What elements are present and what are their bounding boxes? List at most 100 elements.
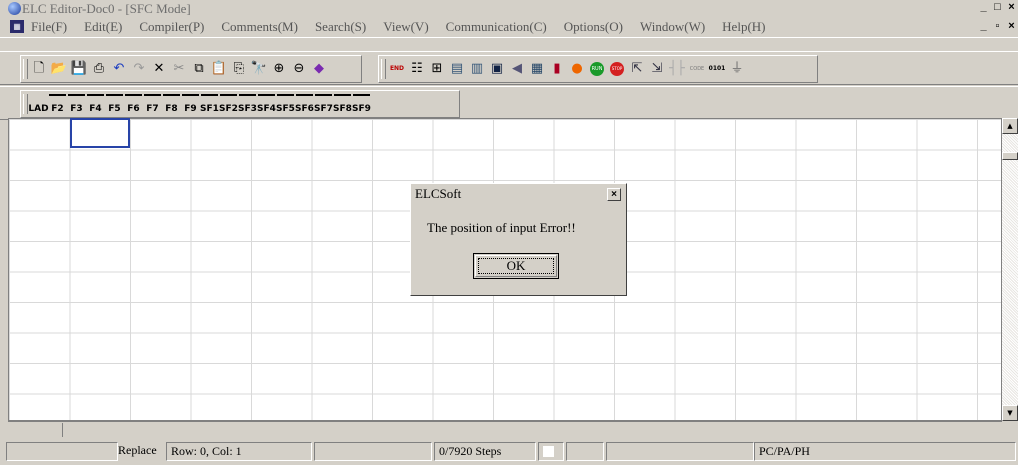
print-icon[interactable]: ⎙ xyxy=(91,61,107,77)
sf4-key-button[interactable]: SF4 xyxy=(257,94,276,114)
f9-key-button[interactable]: F9 xyxy=(182,94,199,114)
editor-cursor-cell xyxy=(70,118,130,148)
sf2-key-button[interactable]: SF2 xyxy=(219,94,238,114)
menu-communication[interactable]: Communication(C) xyxy=(446,19,547,35)
undo-icon[interactable]: ↶ xyxy=(111,61,127,77)
device-icon[interactable]: ▣ xyxy=(489,61,505,77)
scroll-up-button[interactable]: ▲ xyxy=(1002,118,1018,134)
on-line-icon[interactable]: ● xyxy=(569,61,585,77)
stop-icon[interactable]: STOP xyxy=(609,61,625,77)
status-indicator-light xyxy=(543,446,554,457)
doc-minimize-button[interactable]: _ xyxy=(977,20,990,32)
edit-toolbar-group: 🗋 📂 💾 ⎙ ↶ ↷ ✕ ✂ ⧉ 📋 ⎘ 🔭 ⊕ ⊖ ◆ xyxy=(20,55,362,83)
dialog-message: The position of input Error!! xyxy=(427,220,576,235)
document-menu-icon[interactable]: ▦ xyxy=(10,20,24,33)
toolbar-grip[interactable] xyxy=(23,59,28,79)
close-button[interactable]: × xyxy=(1005,1,1018,13)
sf1-key-button[interactable]: SF1 xyxy=(200,94,219,114)
menu-help[interactable]: Help(H) xyxy=(722,19,765,35)
sf6-key-button[interactable]: SF6 xyxy=(295,94,314,114)
f7-key-button[interactable]: F7 xyxy=(144,94,161,114)
ladder-icon[interactable]: ☷ xyxy=(409,61,425,77)
status-mode: Replace xyxy=(118,443,157,457)
menu-view[interactable]: View(V) xyxy=(383,19,428,35)
mdi-controls: _ ▫ × xyxy=(976,20,1018,32)
open-icon[interactable]: 📂 xyxy=(51,61,67,77)
clipboard-icon[interactable]: ⎘ xyxy=(231,61,247,77)
sf8-key-button[interactable]: SF8 xyxy=(333,94,352,114)
menu-file[interactable]: File(F) xyxy=(31,19,67,35)
minimize-button[interactable]: _ xyxy=(977,1,990,13)
read-icon[interactable]: ⇱ xyxy=(629,61,645,77)
menu-window[interactable]: Window(W) xyxy=(640,19,705,35)
menu-compiler[interactable]: Compiler(P) xyxy=(139,19,204,35)
menu-search[interactable]: Search(S) xyxy=(315,19,366,35)
menu-edit[interactable]: Edit(E) xyxy=(84,19,122,35)
coil-icon[interactable]: ⏚ xyxy=(729,61,745,77)
status-panel-blank-3 xyxy=(566,442,604,461)
diagram-icon[interactable]: ⊞ xyxy=(429,61,445,77)
doc-close-button[interactable]: × xyxy=(1005,20,1018,32)
dialog-close-button[interactable]: × xyxy=(607,188,621,201)
menu-options[interactable]: Options(O) xyxy=(564,19,623,35)
toolbar-grip[interactable] xyxy=(381,59,386,79)
window-controls: _ □ × xyxy=(976,1,1018,15)
run-label: RUN xyxy=(590,62,604,76)
monitor-icon[interactable]: ▤ xyxy=(449,61,465,77)
status-panel-blank xyxy=(6,442,118,461)
f3-key-button[interactable]: F3 xyxy=(68,94,85,114)
scroll-thumb[interactable] xyxy=(1002,152,1018,160)
end-label: END xyxy=(389,65,405,72)
block-icon[interactable]: 0101 xyxy=(709,61,726,77)
f2-key-button[interactable]: F2 xyxy=(49,94,66,114)
status-indicator xyxy=(538,442,564,461)
arrow-left-icon[interactable]: ◀ xyxy=(509,61,525,77)
sf9-key-button[interactable]: SF9 xyxy=(352,94,371,114)
table-icon[interactable]: ▥ xyxy=(469,61,485,77)
find-icon[interactable]: 🔭 xyxy=(251,61,267,77)
write-icon[interactable]: ⇲ xyxy=(649,61,665,77)
sf7-key-button[interactable]: SF7 xyxy=(314,94,333,114)
scroll-down-button[interactable]: ▼ xyxy=(1002,405,1018,421)
f5-key-button[interactable]: F5 xyxy=(106,94,123,114)
maximize-button[interactable]: □ xyxy=(991,1,1004,13)
zoom-out-icon[interactable]: ⊖ xyxy=(291,61,307,77)
doc-restore-button[interactable]: ▫ xyxy=(991,20,1004,32)
redo-icon[interactable]: ↷ xyxy=(131,61,147,77)
delete-icon[interactable]: ✕ xyxy=(151,61,167,77)
f6-key-button[interactable]: F6 xyxy=(125,94,142,114)
sf5-key-button[interactable]: SF5 xyxy=(276,94,295,114)
dialog-title: ELCSoft xyxy=(415,186,462,201)
sf3-key-button[interactable]: SF3 xyxy=(238,94,257,114)
run-icon[interactable]: RUN xyxy=(589,61,605,77)
new-icon[interactable]: 🗋 xyxy=(31,61,47,77)
paste-icon[interactable]: 📋 xyxy=(211,61,227,77)
status-panel-blank-2 xyxy=(314,442,432,461)
code-icon[interactable]: CODE xyxy=(689,61,705,77)
relay-icon[interactable]: ▮ xyxy=(549,61,565,77)
ok-button[interactable]: OK xyxy=(473,253,559,279)
horizontal-scrollbar[interactable] xyxy=(8,421,1002,438)
sfc-toolbar-group: LAD F2 F3 F4 F5 F6 F7 F8 F9 SF1 SF2 SF3 … xyxy=(20,90,460,118)
pane-splitter[interactable] xyxy=(62,423,63,437)
lad-key-button[interactable]: LAD xyxy=(28,94,48,114)
menu-comments[interactable]: Comments(M) xyxy=(221,19,298,35)
status-steps: 0/7920 Steps xyxy=(434,442,536,461)
copy-icon[interactable]: ⧉ xyxy=(191,61,207,77)
menu-bar: ▦ File(F) Edit(E) Compiler(P) Comments(M… xyxy=(0,17,1018,38)
compile-icon[interactable]: ◆ xyxy=(311,61,327,77)
sort-end-icon[interactable]: END xyxy=(389,61,405,77)
vertical-scrollbar[interactable]: ▲ ▼ xyxy=(1002,118,1018,421)
toolbar-grip[interactable] xyxy=(23,94,28,114)
f8-key-button[interactable]: F8 xyxy=(163,94,180,114)
register-icon[interactable]: ▦ xyxy=(529,61,545,77)
cut-icon[interactable]: ✂ xyxy=(171,61,187,77)
save-icon[interactable]: 💾 xyxy=(71,61,87,77)
zoom-in-icon[interactable]: ⊕ xyxy=(271,61,287,77)
sfc-toolbar: LAD F2 F3 F4 F5 F6 F7 F8 F9 SF1 SF2 SF3 … xyxy=(0,86,1018,120)
app-icon[interactable] xyxy=(8,2,21,15)
main-toolbar: 🗋 📂 💾 ⎙ ↶ ↷ ✕ ✂ ⧉ 📋 ⎘ 🔭 ⊕ ⊖ ◆ END ☷ ⊞ ▤ … xyxy=(0,51,1018,85)
f4-key-button[interactable]: F4 xyxy=(87,94,104,114)
contact-icon[interactable]: ┤├ xyxy=(669,61,685,77)
dialog-title-bar[interactable]: ELCSoft × xyxy=(414,186,623,203)
